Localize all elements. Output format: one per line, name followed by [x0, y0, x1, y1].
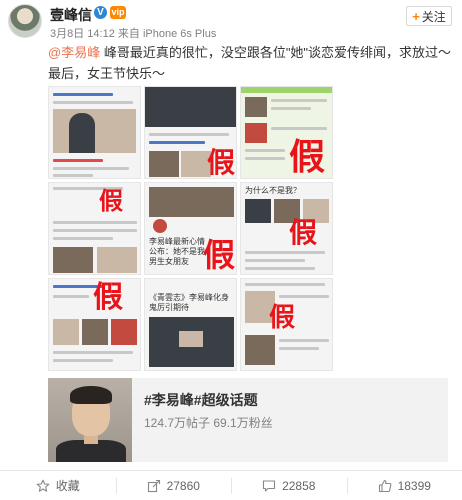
post-meta: 3月8日 14:12 来自 iPhone 6s Plus [50, 25, 216, 41]
vip-badge-icon: vip [110, 6, 126, 19]
image-tile-1[interactable] [48, 86, 141, 179]
favorite-label: 收藏 [55, 479, 80, 493]
action-bar: 收藏 27860 22858 18399 [0, 470, 462, 500]
image-tile-7[interactable]: 假 [48, 278, 141, 371]
topic-photo [48, 378, 132, 462]
fake-mark: 假 [93, 280, 123, 315]
topic-posts-count: 124.7万帖子 [144, 416, 211, 430]
follow-button[interactable]: + 关注 [406, 6, 452, 26]
mention-link[interactable]: @李易峰 [48, 45, 100, 60]
image-tile-8[interactable]: 《青雲志》李易峰化身鬼厉引期待 [144, 278, 237, 371]
image-tile-2[interactable]: 假 [144, 86, 237, 179]
like-count: 18399 [397, 478, 431, 493]
image-caption: 为什么不是我？ [245, 186, 301, 195]
username[interactable]: 壹峰信 [50, 5, 92, 25]
repost-button[interactable]: 27860 [115, 471, 232, 500]
source-prefix: 来自 [117, 28, 140, 40]
image-grid: 假 假 假 李易峰最新心情公布：她不是我男生女朋友 假 为什么不是我？ 假 假 … [48, 86, 333, 371]
fake-mark: 假 [289, 136, 326, 178]
comment-button[interactable]: 22858 [231, 471, 347, 500]
repost-count: 27860 [166, 478, 200, 493]
comment-count: 22858 [282, 478, 316, 493]
image-tile-6[interactable]: 为什么不是我？ 假 [240, 182, 333, 275]
topic-title[interactable]: #李易峰#超级话题 [144, 390, 258, 410]
verified-badge-icon: V [94, 6, 107, 19]
post-text: @李易峰 峰哥最近真的很忙，没空跟各位"她"谈恋爱传绯闻，求放过～最后，女王节快… [48, 42, 453, 84]
image-caption: 李易峰最新心情公布：她不是我男生女朋友 [149, 237, 205, 266]
image-tile-4[interactable]: 假 [48, 182, 141, 275]
like-icon [378, 479, 391, 492]
plus-icon: + [412, 8, 420, 24]
star-icon [36, 479, 50, 492]
comment-icon [263, 479, 276, 492]
favorite-button[interactable]: 收藏 [0, 471, 116, 500]
fake-mark: 假 [99, 186, 123, 215]
topic-stats: 124.7万帖子 69.1万粉丝 [144, 414, 273, 431]
fake-mark: 假 [269, 303, 296, 333]
topic-fans-count: 69.1万粉丝 [213, 416, 273, 430]
post-body: 峰哥最近真的很忙，没空跟各位"她"谈恋爱传绯闻，求放过～最后，女王节快乐～ [48, 45, 452, 81]
avatar[interactable] [8, 4, 42, 38]
image-caption: 《青雲志》李易峰化身鬼厉引期待 [149, 293, 229, 312]
fake-mark: 假 [289, 216, 318, 249]
image-tile-3[interactable]: 假 [240, 86, 333, 179]
follow-label: 关注 [421, 9, 446, 24]
post-time: 3月8日 14:12 [50, 28, 115, 40]
image-tile-5[interactable]: 李易峰最新心情公布：她不是我男生女朋友 假 [144, 182, 237, 275]
post-source[interactable]: iPhone 6s Plus [143, 28, 216, 40]
like-button[interactable]: 18399 [346, 471, 462, 500]
share-icon [147, 479, 160, 492]
topic-card[interactable]: #李易峰#超级话题 124.7万帖子 69.1万粉丝 [48, 378, 448, 462]
image-tile-9[interactable]: 假 [240, 278, 333, 371]
fake-mark: 假 [203, 236, 236, 274]
fake-mark: 假 [207, 146, 236, 179]
